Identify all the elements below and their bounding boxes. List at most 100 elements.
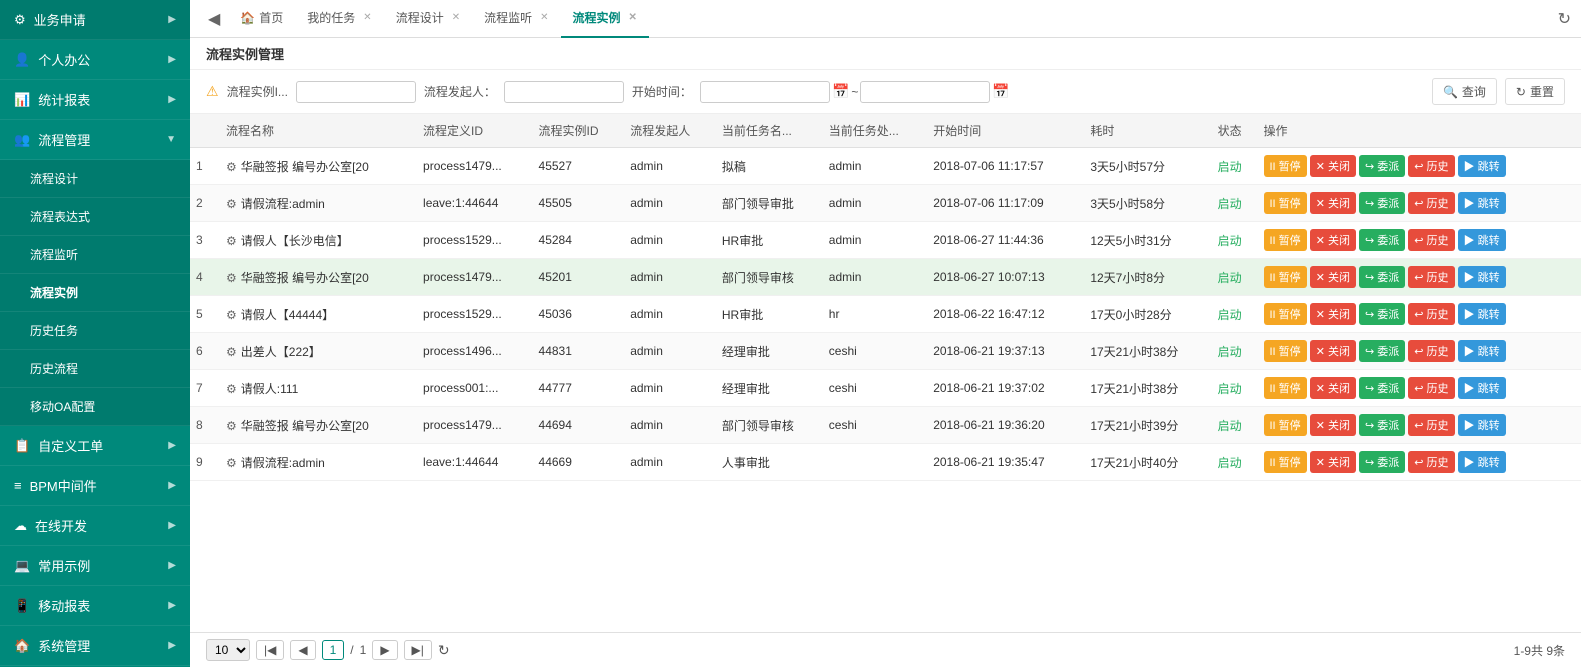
close-process-button[interactable]: ✕ 关闭 [1310, 192, 1356, 214]
history-button[interactable]: ↩ 历史 [1408, 155, 1454, 177]
search-button[interactable]: 🔍 查询 [1432, 78, 1497, 105]
initiator-filter-input[interactable] [504, 81, 624, 103]
pause-button[interactable]: II 暂停 [1264, 303, 1307, 325]
sidebar-item-history-task[interactable]: 历史任务 [0, 312, 190, 350]
sidebar-item-process-expression[interactable]: 流程表达式 [0, 198, 190, 236]
history-button[interactable]: ↩ 历史 [1408, 229, 1454, 251]
pagination-refresh-button[interactable]: ↻ [438, 642, 450, 659]
row-name: ⚙华融签报 编号办公室[20 [220, 407, 417, 444]
history-button[interactable]: ↩ 历史 [1408, 192, 1454, 214]
pause-button[interactable]: II 暂停 [1264, 155, 1307, 177]
close-process-button[interactable]: ✕ 关闭 [1310, 451, 1356, 473]
sidebar-item-common-examples[interactable]: 💻 常用示例 ▶ [0, 546, 190, 586]
close-tab-process-monitor-icon[interactable]: ✕ [540, 12, 548, 23]
calendar-start-icon[interactable]: 📅 [832, 83, 849, 100]
sidebar-item-custom-tools[interactable]: 📋 自定义工单 ▶ [0, 426, 190, 466]
row-gear-icon[interactable]: ⚙ [226, 345, 237, 359]
sidebar-item-process-instance[interactable]: 流程实例 [0, 274, 190, 312]
close-process-button[interactable]: ✕ 关闭 [1310, 377, 1356, 399]
delegate-button[interactable]: ↪ 委派 [1359, 340, 1405, 362]
sidebar-item-process-monitor[interactable]: 流程监听 [0, 236, 190, 274]
pause-button[interactable]: II 暂停 [1264, 377, 1307, 399]
delegate-button[interactable]: ↪ 委派 [1359, 377, 1405, 399]
tab-home[interactable]: 🏠 首页 [228, 0, 295, 38]
sidebar-item-online-dev[interactable]: ☁ 在线开发 ▶ [0, 506, 190, 546]
close-process-button[interactable]: ✕ 关闭 [1310, 155, 1356, 177]
close-tab-process-design-icon[interactable]: ✕ [452, 12, 460, 23]
close-tab-my-tasks-icon[interactable]: ✕ [363, 12, 371, 23]
delegate-button[interactable]: ↪ 委派 [1359, 266, 1405, 288]
history-button[interactable]: ↩ 历史 [1408, 266, 1454, 288]
sidebar-item-process-design[interactable]: 流程设计 [0, 160, 190, 198]
row-gear-icon[interactable]: ⚙ [226, 308, 237, 322]
history-button[interactable]: ↩ 历史 [1408, 303, 1454, 325]
calendar-end-icon[interactable]: 📅 [992, 83, 1009, 100]
tab-process-design[interactable]: 流程设计 ✕ [384, 0, 472, 38]
jump-button[interactable]: ▶ 跳转 [1458, 266, 1506, 288]
delegate-button[interactable]: ↪ 委派 [1359, 192, 1405, 214]
tab-my-tasks[interactable]: 我的任务 ✕ [295, 0, 383, 38]
first-page-button[interactable]: |◀ [256, 640, 284, 660]
close-process-button[interactable]: ✕ 关闭 [1310, 266, 1356, 288]
delegate-button[interactable]: ↪ 委派 [1359, 155, 1405, 177]
row-taskhandler: admin [823, 185, 927, 222]
sidebar-item-system-mgmt[interactable]: 🏠 系统管理 ▶ [0, 626, 190, 666]
row-initiator: admin [624, 148, 716, 185]
row-gear-icon[interactable]: ⚙ [226, 234, 237, 248]
reset-button[interactable]: ↻ 重置 [1505, 78, 1565, 105]
pause-button[interactable]: II 暂停 [1264, 414, 1307, 436]
sidebar-toggle-button[interactable]: ◀ [200, 9, 228, 29]
row-gear-icon[interactable]: ⚙ [226, 271, 237, 285]
row-gear-icon[interactable]: ⚙ [226, 382, 237, 396]
row-taskhandler: ceshi [823, 370, 927, 407]
history-button[interactable]: ↩ 历史 [1408, 340, 1454, 362]
history-button[interactable]: ↩ 历史 [1408, 377, 1454, 399]
delegate-button[interactable]: ↪ 委派 [1359, 303, 1405, 325]
end-date-input[interactable] [860, 81, 990, 103]
pause-button[interactable]: II 暂停 [1264, 340, 1307, 362]
jump-button[interactable]: ▶ 跳转 [1458, 229, 1506, 251]
jump-button[interactable]: ▶ 跳转 [1458, 155, 1506, 177]
history-button[interactable]: ↩ 历史 [1408, 451, 1454, 473]
pause-button[interactable]: II 暂停 [1264, 229, 1307, 251]
close-process-button[interactable]: ✕ 关闭 [1310, 414, 1356, 436]
jump-button[interactable]: ▶ 跳转 [1458, 192, 1506, 214]
close-tab-process-instance-icon[interactable]: ✕ [629, 12, 637, 23]
delegate-button[interactable]: ↪ 委派 [1359, 414, 1405, 436]
pause-button[interactable]: II 暂停 [1264, 451, 1307, 473]
start-date-input[interactable] [700, 81, 830, 103]
sidebar-item-business-apply[interactable]: ⚙ 业务申请 ▶ [0, 0, 190, 40]
jump-button[interactable]: ▶ 跳转 [1458, 377, 1506, 399]
row-gear-icon[interactable]: ⚙ [226, 419, 237, 433]
row-gear-icon[interactable]: ⚙ [226, 160, 237, 174]
row-gear-icon[interactable]: ⚙ [226, 456, 237, 470]
last-page-button[interactable]: ▶| [404, 640, 432, 660]
jump-button[interactable]: ▶ 跳转 [1458, 414, 1506, 436]
tab-refresh-button[interactable]: ↻ [1558, 9, 1571, 29]
delegate-button[interactable]: ↪ 委派 [1359, 451, 1405, 473]
page-size-select[interactable]: 10 20 50 [206, 639, 250, 661]
close-process-button[interactable]: ✕ 关闭 [1310, 340, 1356, 362]
sidebar-item-history-process[interactable]: 历史流程 [0, 350, 190, 388]
sidebar-item-stats-report[interactable]: 📊 统计报表 ▶ [0, 80, 190, 120]
tab-process-instance[interactable]: 流程实例 ✕ [561, 0, 649, 38]
jump-button[interactable]: ▶ 跳转 [1458, 451, 1506, 473]
instance-filter-input[interactable] [296, 81, 416, 103]
jump-button[interactable]: ▶ 跳转 [1458, 340, 1506, 362]
prev-page-button[interactable]: ◀ [290, 640, 315, 660]
row-gear-icon[interactable]: ⚙ [226, 197, 237, 211]
close-process-button[interactable]: ✕ 关闭 [1310, 229, 1356, 251]
sidebar-item-process-mgmt[interactable]: 👥 流程管理 ▼ [0, 120, 190, 160]
sidebar-item-mobile-report[interactable]: 📱 移动报表 ▶ [0, 586, 190, 626]
close-process-button[interactable]: ✕ 关闭 [1310, 303, 1356, 325]
next-page-button[interactable]: ▶ [372, 640, 397, 660]
sidebar-item-bpm-middleware[interactable]: ≡ BPM中间件 ▶ [0, 466, 190, 506]
history-button[interactable]: ↩ 历史 [1408, 414, 1454, 436]
pause-button[interactable]: II 暂停 [1264, 192, 1307, 214]
pause-button[interactable]: II 暂停 [1264, 266, 1307, 288]
sidebar-item-mobile-oa[interactable]: 移动OA配置 [0, 388, 190, 426]
sidebar-item-personal-office[interactable]: 👤 个人办公 ▶ [0, 40, 190, 80]
tab-process-monitor[interactable]: 流程监听 ✕ [472, 0, 560, 38]
jump-button[interactable]: ▶ 跳转 [1458, 303, 1506, 325]
delegate-button[interactable]: ↪ 委派 [1359, 229, 1405, 251]
